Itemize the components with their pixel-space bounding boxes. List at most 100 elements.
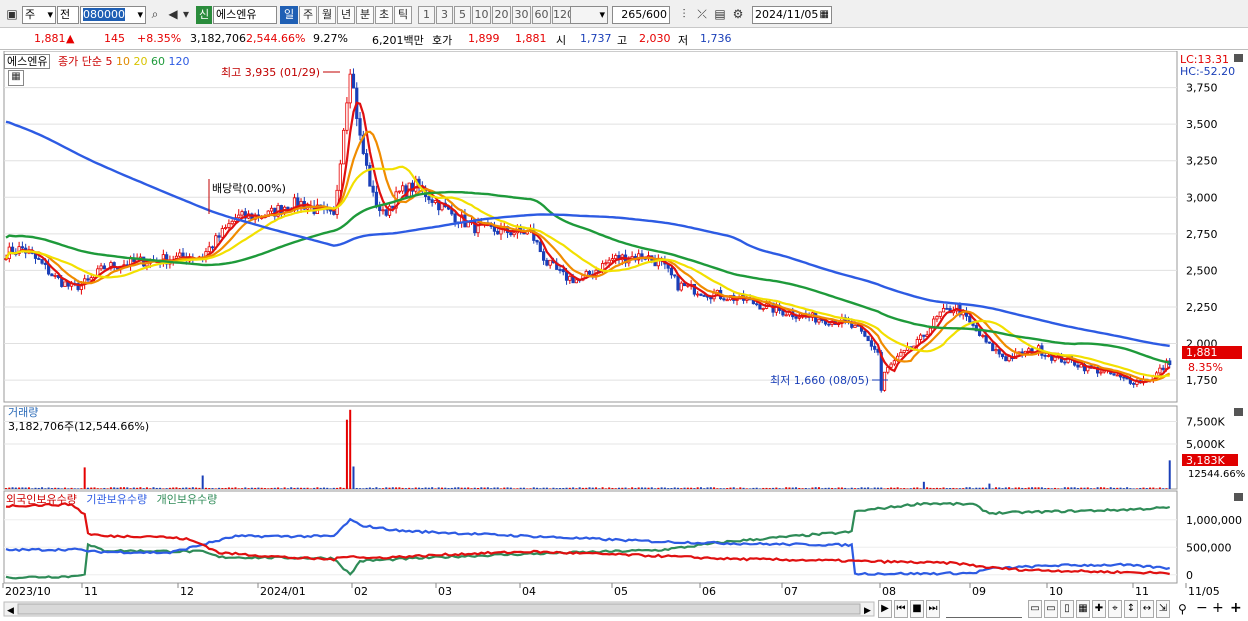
price-tick-label: 1,750 [1186,374,1218,387]
period-button-4[interactable]: 분 [356,6,374,24]
volume-bar [906,488,909,489]
candle [607,259,611,264]
volume-bar [1021,487,1024,489]
play-button[interactable]: ▶ [878,600,892,618]
count-input[interactable]: 265/600 [612,6,670,24]
price-tick-label: 2,250 [1186,301,1218,314]
panel-close-icon[interactable] [1234,408,1243,416]
volume-bar [1155,488,1158,489]
volume-bar [221,488,224,489]
volume-bar [70,487,73,489]
interval-button-3[interactable]: 10 [472,6,491,24]
period-button-0[interactable]: 일 [280,6,298,24]
quote-bar: 1,881 ▲ 145 +8.35% 3,182,706 2,544.66% 9… [0,28,1248,76]
volume-bar [326,487,329,489]
layout-icon[interactable]: ▭ [1044,600,1058,618]
interval-button-1[interactable]: 3 [436,6,453,24]
zoom-slider[interactable] [946,601,1022,618]
volume-panel[interactable] [3,405,1178,490]
volume-bar [477,487,480,489]
volume-bar [742,487,745,489]
candle [545,259,549,266]
candle [761,308,765,310]
ruler-icon[interactable]: ↕ [1124,600,1138,618]
zoom-icon[interactable]: ⚲ [1178,602,1187,616]
panel-close-icon[interactable] [1234,54,1243,62]
candle [987,341,992,344]
volume-bar [440,487,443,489]
market-select[interactable]: 주 ▾ [22,6,56,24]
candle [863,330,867,337]
zoom-out-icon[interactable]: − [1196,600,1208,616]
volume-bar [401,487,404,489]
volume-bar [496,487,499,489]
volume-bar [532,487,535,489]
speaker-icon[interactable]: ◀ [165,6,181,22]
candle [433,200,438,203]
window-menu-icon[interactable]: ▣ [4,6,20,22]
interval-button-6[interactable]: 60 [532,6,551,24]
volume-bar [204,487,207,489]
volume-bar [483,487,486,489]
period-button-1[interactable]: 주 [299,6,317,24]
zoom-fit-icon[interactable]: ▭ [1028,600,1042,618]
table-icon[interactable]: ▦ [8,70,24,86]
volume-bar [713,487,716,489]
period-button-3[interactable]: 년 [337,6,355,24]
volume-bar [958,488,961,489]
cursor-icon[interactable]: ⌖ [1108,600,1122,618]
zoom-reset-icon[interactable]: + [1212,600,1224,616]
gear-icon[interactable]: ⚙ [730,6,746,22]
zoom-in-icon[interactable]: + [1230,600,1242,616]
candle-type-icon[interactable]: ⫶ [676,6,692,22]
period-button-5[interactable]: 초 [375,6,393,24]
volume-bar [273,487,276,489]
volume-bar [667,488,670,489]
save-icon[interactable]: ▤ [712,6,728,22]
volume-bar [1040,487,1043,489]
interval-button-2[interactable]: 5 [454,6,471,24]
interval-button-5[interactable]: 30 [512,6,531,24]
candle [358,118,362,136]
grid-icon[interactable]: ▦ [1076,600,1090,618]
volume-bar [231,487,234,489]
last-button[interactable]: ⏭ [926,600,940,618]
volume-bar [788,487,791,489]
stock-chart[interactable]: 3,7503,5003,2503,0002,7502,5002,2502,000… [0,51,1248,621]
price-tick-label: 3,250 [1186,155,1218,168]
volume-bar [149,488,152,489]
crosshair-icon[interactable]: ✚ [1092,600,1106,618]
split-icon[interactable]: ▯ [1060,600,1074,618]
candle [1132,383,1136,385]
volume-bar [657,487,660,489]
hand-icon[interactable]: ↔ [1140,600,1154,618]
period-button-2[interactable]: 월 [318,6,336,24]
volume-bar [34,487,37,489]
pin-icon[interactable]: ⇲ [1156,600,1170,618]
scope-select[interactable]: 전 [57,6,79,24]
volume-bar [290,487,293,489]
search-icon[interactable]: ⌕ [147,6,163,22]
first-button[interactable]: ⏮ [894,600,908,618]
candle [1043,354,1047,357]
chevron-down-icon[interactable]: ▾ [181,6,191,22]
period-button-6[interactable]: 틱 [394,6,412,24]
volume-bar [618,487,621,489]
candle [43,262,47,265]
interval-button-4[interactable]: 20 [492,6,511,24]
ma-title: 종가 단순 [57,55,102,68]
volume-bar [100,488,103,489]
volume-bar [686,487,689,489]
stock-code-input[interactable]: 080000 ▾ [80,6,146,24]
volume-bar [103,487,106,489]
panel-close-icon[interactable] [1234,493,1243,501]
volume-bar [962,488,965,489]
interval-select[interactable]: ▾ [570,6,608,24]
date-input[interactable]: 2024/11/05 ▦ [752,6,832,24]
scrollbar-thumb[interactable] [17,603,861,615]
stop-button[interactable]: ■ [910,600,924,618]
interval-button-0[interactable]: 1 [418,6,435,24]
candle [371,185,375,193]
indicator-icon[interactable]: ⤫ [694,6,710,22]
volume-info: 3,182,706주(12,544.66%) [8,420,150,433]
